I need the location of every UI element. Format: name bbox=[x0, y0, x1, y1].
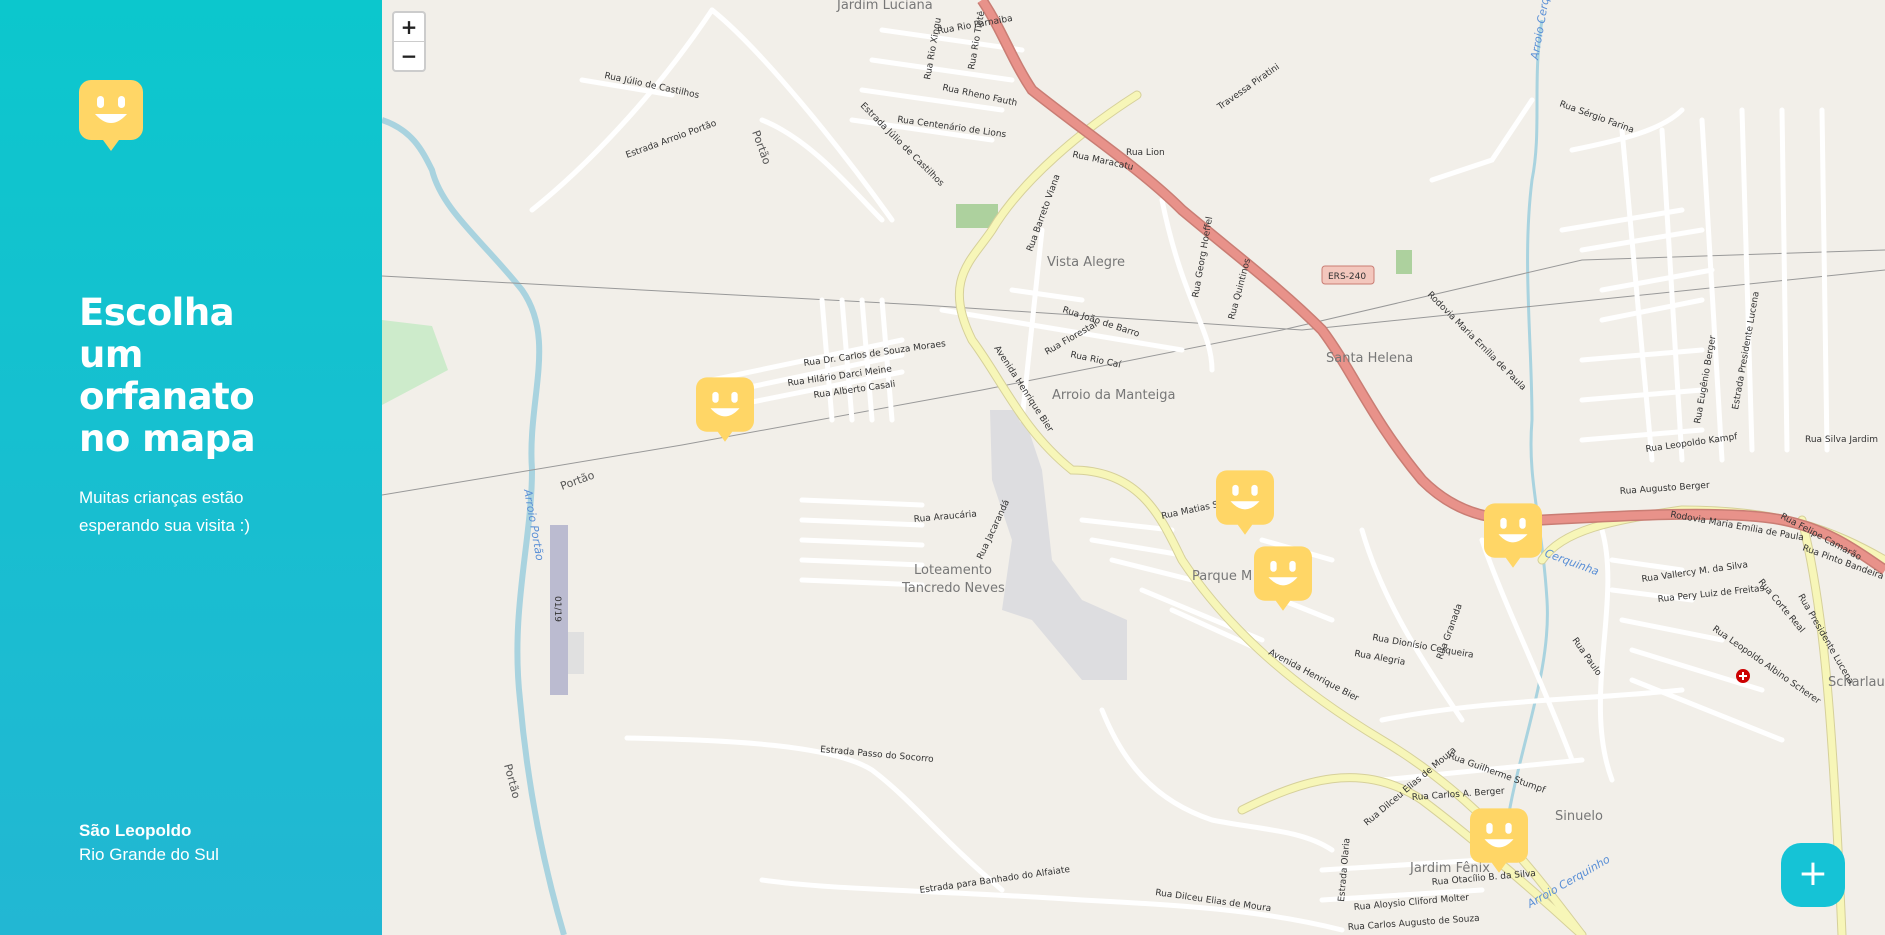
street-banhado: Estrada para Banhado do Alfaiate bbox=[919, 865, 1071, 896]
street-passo: Estrada Passo do Socorro bbox=[820, 745, 935, 765]
street-sergio: Rua Sérgio Farina bbox=[1558, 98, 1636, 135]
place-portao-3: Portão bbox=[501, 762, 523, 800]
place-jardim-luciana: Jardim Luciana bbox=[836, 0, 933, 13]
zoom-control: + − bbox=[392, 11, 426, 72]
zoom-out-button[interactable]: − bbox=[394, 41, 424, 70]
street-travessa: Travessa Piratini bbox=[1215, 62, 1282, 113]
ers-label: ERS-240 bbox=[1328, 272, 1366, 282]
sidebar: Escolha um orfanato no mapa Muitas crian… bbox=[0, 0, 382, 935]
street-silva: Rua Silva Jardim bbox=[1805, 435, 1878, 445]
runway-label: 01/19 bbox=[552, 596, 562, 622]
location: São Leopoldo Rio Grande do Sul bbox=[79, 819, 219, 867]
runway-apron bbox=[568, 632, 584, 674]
power-line bbox=[382, 249, 1885, 496]
app: Escolha um orfanato no mapa Muitas crian… bbox=[0, 0, 1885, 935]
smiley-marker-icon bbox=[1484, 503, 1542, 568]
city-label: São Leopoldo bbox=[79, 821, 192, 840]
green-area bbox=[382, 320, 448, 405]
orphanage-marker[interactable] bbox=[1484, 502, 1542, 570]
place-portao-1: Portão bbox=[749, 129, 773, 167]
smiley-marker-icon bbox=[1216, 470, 1274, 535]
street-quintinos: Rua Quintinos bbox=[1227, 257, 1253, 321]
street-julio: Estrada Júlio de Castilhos bbox=[858, 101, 946, 189]
page-subtitle: Muitas crianças estão esperando sua visi… bbox=[79, 488, 251, 535]
orphanage-marker[interactable] bbox=[1216, 469, 1274, 537]
place-vista-alegre: Vista Alegre bbox=[1047, 255, 1125, 270]
orphanage-marker[interactable] bbox=[1254, 545, 1312, 613]
street-carlos-augusto: Rua Carlos Augusto de Souza bbox=[1348, 914, 1481, 933]
state-label: Rio Grande do Sul bbox=[79, 845, 219, 864]
street-lion: Rua Lion bbox=[1126, 148, 1165, 158]
river-cerquinha bbox=[1500, 19, 1549, 861]
street-jacaranda: Rua Jacarandá bbox=[976, 498, 1012, 561]
orphanage-marker[interactable] bbox=[1470, 807, 1528, 875]
map-tiles: Jardim Luciana Vista Alegre Santa Helena… bbox=[382, 0, 1885, 935]
smiley-marker-icon bbox=[696, 377, 754, 442]
street-leopoldo-albino: Rua Leopoldo Albino Scherer bbox=[1710, 624, 1822, 706]
place-tancredo: Tancredo Neves bbox=[901, 581, 1005, 596]
river-label-cerquinha-2: Cerquinha bbox=[1543, 547, 1601, 579]
place-santa-helena: Santa Helena bbox=[1326, 351, 1413, 366]
street-rodovia-1: Rodovia Maria Emília de Paula bbox=[1425, 290, 1528, 393]
street-vallercy: Rua Vallercy M. da Silva bbox=[1641, 560, 1749, 585]
add-orphanage-button[interactable]: + bbox=[1781, 843, 1845, 907]
street-arroio-portao: Estrada Arroio Portão bbox=[625, 119, 719, 161]
place-sinuelo: Sinuelo bbox=[1555, 809, 1603, 824]
place-scharlau: Scharlau bbox=[1828, 675, 1885, 690]
place-arroio-manteiga: Arroio da Manteiga bbox=[1052, 388, 1175, 403]
page-title: Escolha um orfanato no mapa bbox=[79, 291, 256, 460]
minor-roads bbox=[529, 7, 1830, 933]
river-label-cerquinha: Arroio Cerquinha bbox=[1528, 0, 1557, 62]
park-area bbox=[1396, 250, 1412, 274]
street-eugenio: Rua Eugênio Berger bbox=[1692, 334, 1718, 424]
street-paulo: Rua Paulo bbox=[1570, 636, 1604, 678]
smiley-marker-icon bbox=[1254, 546, 1312, 611]
street-araucaria: Rua Araucária bbox=[913, 510, 977, 525]
map-view[interactable]: Jardim Luciana Vista Alegre Santa Helena… bbox=[382, 0, 1885, 935]
street-georg: Rua Georg Hoeffel bbox=[1191, 216, 1215, 299]
zoom-in-button[interactable]: + bbox=[394, 13, 424, 41]
street-maracatu: Rua Maracatu bbox=[1071, 150, 1134, 173]
street-pery: Rua Pery Luiz de Freitas bbox=[1657, 584, 1765, 605]
place-portao-2: Portão bbox=[559, 468, 597, 492]
smiley-logo-icon bbox=[79, 80, 143, 152]
street-alegria: Rua Alegria bbox=[1353, 649, 1406, 668]
place-loteamento: Loteamento bbox=[914, 563, 992, 578]
orphanage-marker[interactable] bbox=[696, 376, 754, 444]
smiley-marker-icon bbox=[1470, 808, 1528, 873]
street-augusto: Rua Augusto Berger bbox=[1620, 481, 1711, 497]
urban-area bbox=[990, 410, 1127, 680]
place-parque: Parque M bbox=[1192, 569, 1252, 584]
street-corte: Rua Corte Real bbox=[1756, 578, 1807, 636]
